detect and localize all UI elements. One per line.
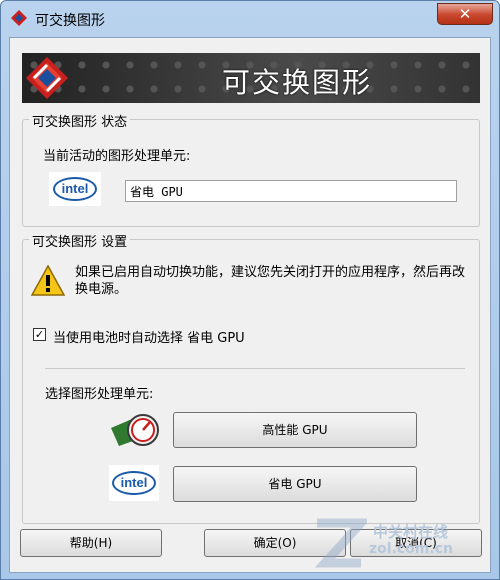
banner: 可交换图形: [22, 53, 480, 103]
intel-logo-icon: intel: [53, 177, 97, 201]
current-gpu-field: 省电 GPU: [125, 180, 457, 202]
watermark-logo-icon: [314, 518, 367, 568]
title-bar[interactable]: 可交换图形 ✕: [1, 1, 499, 37]
settings-divider: [45, 368, 465, 369]
switchable-graphics-logo-icon: [26, 57, 68, 99]
high-performance-gpu-button[interactable]: 高性能 GPU: [173, 412, 417, 448]
battery-auto-select-label[interactable]: 当使用电池时自动选择 省电 GPU: [53, 327, 245, 346]
close-button[interactable]: ✕: [437, 3, 493, 25]
watermark-text-url: zol.com.cn: [369, 541, 453, 557]
settings-group-legend: 可交换图形 设置: [29, 231, 131, 250]
power-saving-gpu-button[interactable]: 省电 GPU: [173, 466, 417, 502]
select-gpu-label: 选择图形处理单元:: [45, 387, 154, 402]
close-icon: ✕: [458, 5, 472, 23]
checkmark-icon: ✓: [34, 328, 45, 341]
watermark-text-cn: 中关村在线: [373, 523, 449, 541]
warning-icon: [31, 264, 65, 296]
app-logo-icon: [11, 10, 27, 26]
intel-logo-frame: intel: [49, 172, 101, 206]
help-button[interactable]: 帮助(H): [20, 529, 162, 557]
current-gpu-label: 当前活动的图形处理单元:: [43, 149, 191, 164]
intel-logo-icon: intel: [112, 471, 156, 495]
watermark: 中关村在线 zol.com.cn: [311, 513, 491, 573]
intel-logo-frame-2: intel: [109, 465, 159, 501]
status-group: 可交换图形 状态 当前活动的图形处理单元: intel 省电 GPU: [22, 111, 480, 227]
banner-title: 可交换图形: [222, 66, 373, 99]
status-group-legend: 可交换图形 状态: [29, 111, 131, 130]
app-window: 可交换图形 ✕ 可交换图形 可交换图形 状态 当前活动的图形处理单元: inte…: [0, 0, 500, 580]
window-title: 可交换图形: [35, 13, 105, 29]
warning-text: 如果已启用自动切换功能，建议您先关闭打开的应用程序，然后再改换电源。: [75, 265, 466, 297]
settings-group: 可交换图形 设置 如果已启用自动切换功能，建议您先关闭打开的应用程序，然后再改换…: [22, 231, 480, 524]
dialog-body: 可交换图形 可交换图形 状态 当前活动的图形处理单元: intel 省电 GPU…: [9, 37, 491, 573]
battery-auto-select-checkbox[interactable]: ✓: [33, 328, 46, 341]
high-performance-gpu-icon: [111, 414, 159, 446]
